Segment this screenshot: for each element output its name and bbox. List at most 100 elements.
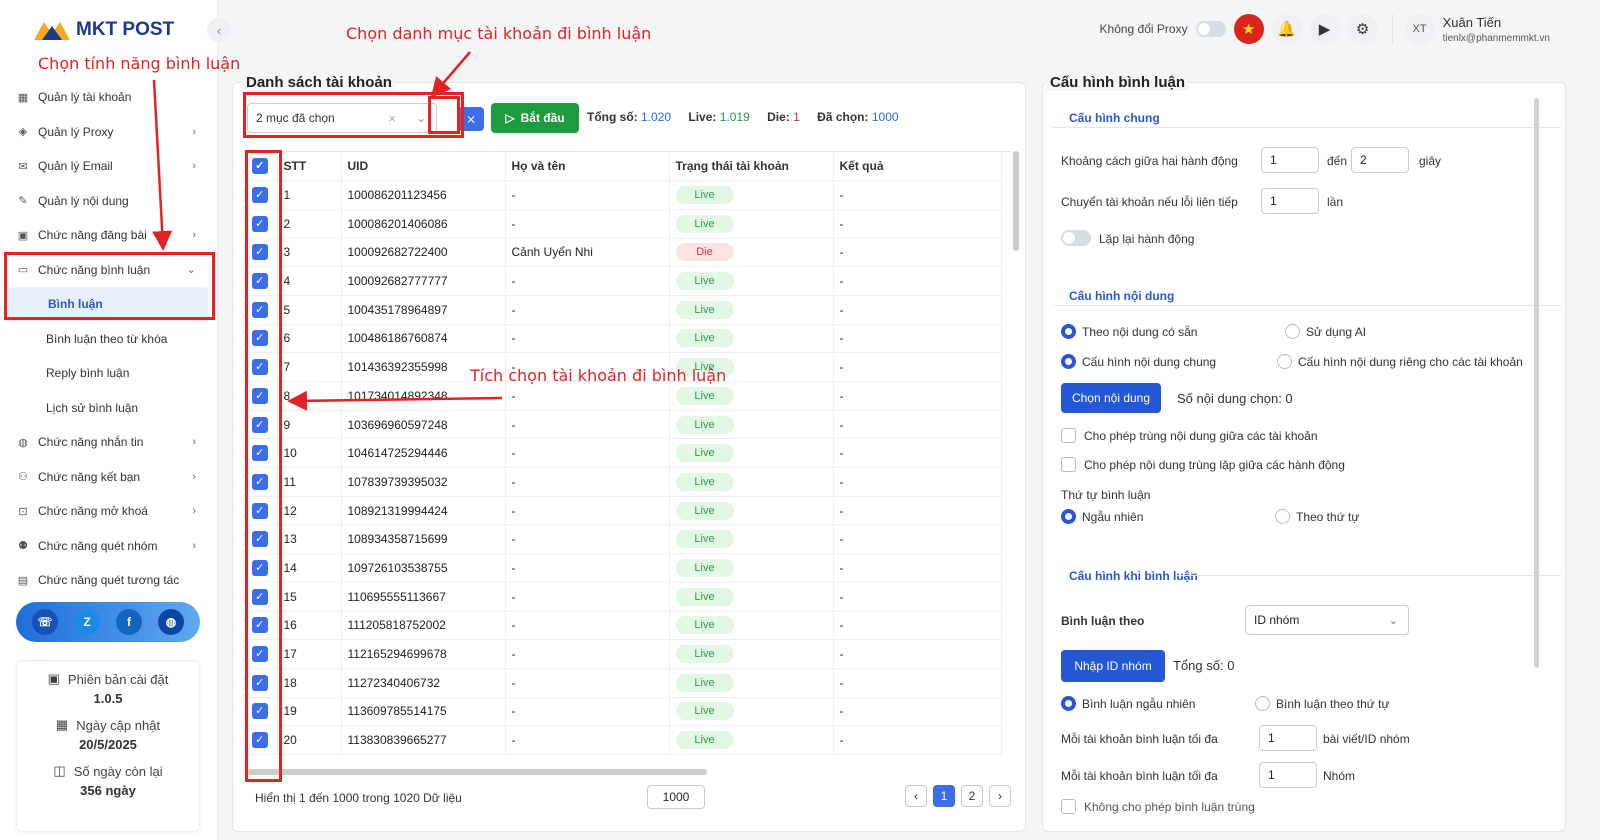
sidebar-item[interactable]: ◍ Chức năng nhắn tin ›: [6, 425, 210, 460]
table-vertical-scrollbar[interactable]: [1013, 151, 1019, 251]
row-checkbox[interactable]: ✓: [243, 639, 278, 669]
sidebar-subitem[interactable]: Bình luận theo từ khóa: [6, 322, 210, 357]
allow-dup-actions-checkbox[interactable]: Cho phép nội dung trùng lặp giữa các hàn…: [1061, 457, 1345, 472]
table-horizontal-scrollbar[interactable]: [247, 769, 707, 775]
row-checkbox[interactable]: ✓: [243, 725, 278, 755]
column-header[interactable]: Họ và tên: [505, 152, 670, 182]
row-checkbox[interactable]: ✓: [243, 668, 278, 698]
row-checkbox[interactable]: ✓: [243, 266, 278, 296]
next-page-button[interactable]: ›: [989, 785, 1011, 807]
radio-ai[interactable]: Sử dụng AI: [1285, 324, 1366, 339]
row-checkbox[interactable]: ✓: [243, 352, 278, 382]
column-header[interactable]: Kết quả: [833, 152, 1002, 182]
max-comment-input-1[interactable]: 1: [1259, 725, 1317, 751]
row-checkbox[interactable]: ✓: [243, 553, 278, 583]
comment-by-select[interactable]: ID nhóm ⌄: [1245, 605, 1409, 635]
page-size-input[interactable]: 1000: [647, 785, 705, 809]
sidebar-item[interactable]: ✉ Quản lý Email ›: [6, 149, 210, 184]
sidebar-item[interactable]: ▭ Chức năng bình luận ⌄: [6, 253, 210, 288]
filter-clear-button[interactable]: ⨯: [458, 107, 484, 131]
config-scrollbar[interactable]: [1534, 98, 1539, 668]
row-checkbox[interactable]: ✓: [243, 524, 278, 555]
repeat-toggle[interactable]: [1061, 230, 1091, 246]
sidebar-item[interactable]: ◈ Quản lý Proxy ›: [6, 115, 210, 150]
allow-dup-accounts-checkbox[interactable]: Cho phép trùng nội dung giữa các tài kho…: [1061, 428, 1318, 443]
no-dup-comment-checkbox[interactable]: Không cho phép bình luận trùng: [1061, 799, 1255, 814]
row-checkbox[interactable]: ✓: [243, 381, 278, 411]
row-checkbox[interactable]: ✓: [243, 611, 278, 641]
column-header[interactable]: Trạng thái tài khoản: [669, 152, 834, 182]
table-row[interactable]: ✓ 2 100086201406086- Live -: [243, 209, 1002, 239]
start-button[interactable]: ▷ Bắt đầu: [491, 103, 579, 133]
facebook-icon[interactable]: f: [116, 609, 142, 635]
row-checkbox[interactable]: ✓: [243, 697, 278, 727]
row-checkbox[interactable]: ✓: [243, 324, 278, 354]
row-checkbox[interactable]: ✓: [243, 438, 278, 469]
zalo-icon[interactable]: Z: [74, 609, 100, 635]
support-icon[interactable]: ☏: [32, 609, 58, 635]
column-header[interactable]: UID: [341, 152, 506, 182]
table-row[interactable]: ✓ 16 111205818752002- Live -: [243, 611, 1002, 641]
sidebar-item[interactable]: ⚇ Chức năng kết bạn ›: [6, 460, 210, 495]
select-all-checkbox[interactable]: ✓: [243, 152, 278, 182]
radio-order-seq[interactable]: Theo thứ tự: [1275, 509, 1359, 524]
table-row[interactable]: ✓ 1 100086201123456- Live -: [243, 180, 1002, 210]
interval-to-input[interactable]: 2: [1351, 147, 1409, 173]
table-row[interactable]: ✓ 6 100486186760874- Live -: [243, 324, 1002, 354]
max-comment-input-2[interactable]: 1: [1259, 762, 1317, 788]
table-row[interactable]: ✓ 18 11272340406732- Live -: [243, 668, 1002, 698]
bell-icon[interactable]: 🔔: [1271, 14, 1302, 44]
row-checkbox[interactable]: ✓: [243, 180, 278, 210]
column-header[interactable]: STT: [277, 152, 342, 182]
radio-private-content[interactable]: Cấu hình nội dung riêng cho các tài khoả…: [1277, 354, 1523, 369]
globe-icon[interactable]: ◍: [158, 609, 184, 635]
sidebar-item[interactable]: ⚉ Chức năng quét nhóm ›: [6, 529, 210, 564]
choose-content-button[interactable]: Chọn nội dung: [1061, 383, 1161, 413]
play-icon[interactable]: ▶: [1309, 14, 1340, 44]
row-checkbox[interactable]: ✓: [243, 238, 278, 268]
row-checkbox[interactable]: ✓: [243, 295, 278, 325]
table-row[interactable]: ✓ 11 107839739395032- Live -: [243, 467, 1002, 497]
page-button-2[interactable]: 2: [961, 785, 983, 807]
clear-icon[interactable]: ×: [388, 111, 396, 126]
row-checkbox[interactable]: ✓: [243, 496, 278, 526]
gear-icon[interactable]: ⚙: [1347, 14, 1378, 44]
radio-common-content[interactable]: Cấu hình nội dung chung: [1061, 354, 1216, 369]
radio-random-comment[interactable]: Bình luận ngẫu nhiên: [1061, 696, 1195, 711]
account-category-select[interactable]: 2 mục đã chọn × ⌄: [247, 103, 437, 133]
sidebar-item[interactable]: ✎ Quản lý nội dung: [6, 184, 210, 219]
table-row[interactable]: ✓ 19 113609785514175- Live -: [243, 697, 1002, 727]
radio-order-random[interactable]: Ngẫu nhiên: [1061, 509, 1143, 524]
switch-account-input[interactable]: 1: [1261, 188, 1319, 214]
sidebar-item[interactable]: ▣ Chức năng đăng bài ›: [6, 218, 210, 253]
sidebar-subitem[interactable]: Reply bình luận: [6, 356, 210, 391]
row-checkbox[interactable]: ✓: [243, 410, 278, 440]
table-row[interactable]: ✓ 15 110695555113667- Live -: [243, 582, 1002, 612]
table-row[interactable]: ✓ 17 112165294699678- Live -: [243, 639, 1002, 669]
radio-seq-comment[interactable]: Bình luận theo thứ tự: [1255, 696, 1389, 711]
table-row[interactable]: ✓ 20 113830839665277- Live -: [243, 725, 1002, 755]
import-group-ids-button[interactable]: Nhập ID nhóm: [1061, 650, 1165, 682]
row-checkbox[interactable]: ✓: [243, 467, 278, 497]
sidebar-subitem[interactable]: Bình luận: [8, 287, 208, 322]
table-row[interactable]: ✓ 4 100092682777777- Live -: [243, 266, 1002, 296]
user-menu[interactable]: XT Xuân Tiến tienlx@phanmemmkt.vn: [1391, 14, 1550, 44]
table-row[interactable]: ✓ 12 108921319994424- Live -: [243, 496, 1002, 526]
row-checkbox[interactable]: ✓: [243, 582, 278, 612]
sidebar-item[interactable]: ⊡ Chức năng mở khoá ›: [6, 494, 210, 529]
table-row[interactable]: ✓ 10 104614725294446- Live -: [243, 438, 1002, 469]
sidebar-subitem[interactable]: Lịch sử bình luận: [6, 391, 210, 426]
chevron-down-icon[interactable]: ⌄: [406, 104, 436, 132]
prev-page-button[interactable]: ‹: [905, 785, 927, 807]
table-row[interactable]: ✓ 9 103696960597248- Live -: [243, 410, 1002, 440]
language-flag-icon[interactable]: ★: [1233, 14, 1264, 44]
table-row[interactable]: ✓ 13 108934358715699- Live -: [243, 524, 1002, 555]
table-row[interactable]: ✓ 5 100435178964897- Live -: [243, 295, 1002, 325]
sidebar-item[interactable]: ▤ Chức năng quét tương tác: [6, 563, 210, 598]
table-row[interactable]: ✓ 8 101734014892348- Live -: [243, 381, 1002, 411]
row-checkbox[interactable]: ✓: [243, 209, 278, 239]
sidebar-item[interactable]: ▦ Quản lý tài khoản: [6, 80, 210, 115]
table-row[interactable]: ✓ 3 100092682722400 Cảnh Uyển Nhi Die -: [243, 238, 1002, 268]
radio-available-content[interactable]: Theo nội dung có sẵn: [1061, 324, 1197, 339]
collapse-sidebar-button[interactable]: ‹: [207, 18, 231, 42]
